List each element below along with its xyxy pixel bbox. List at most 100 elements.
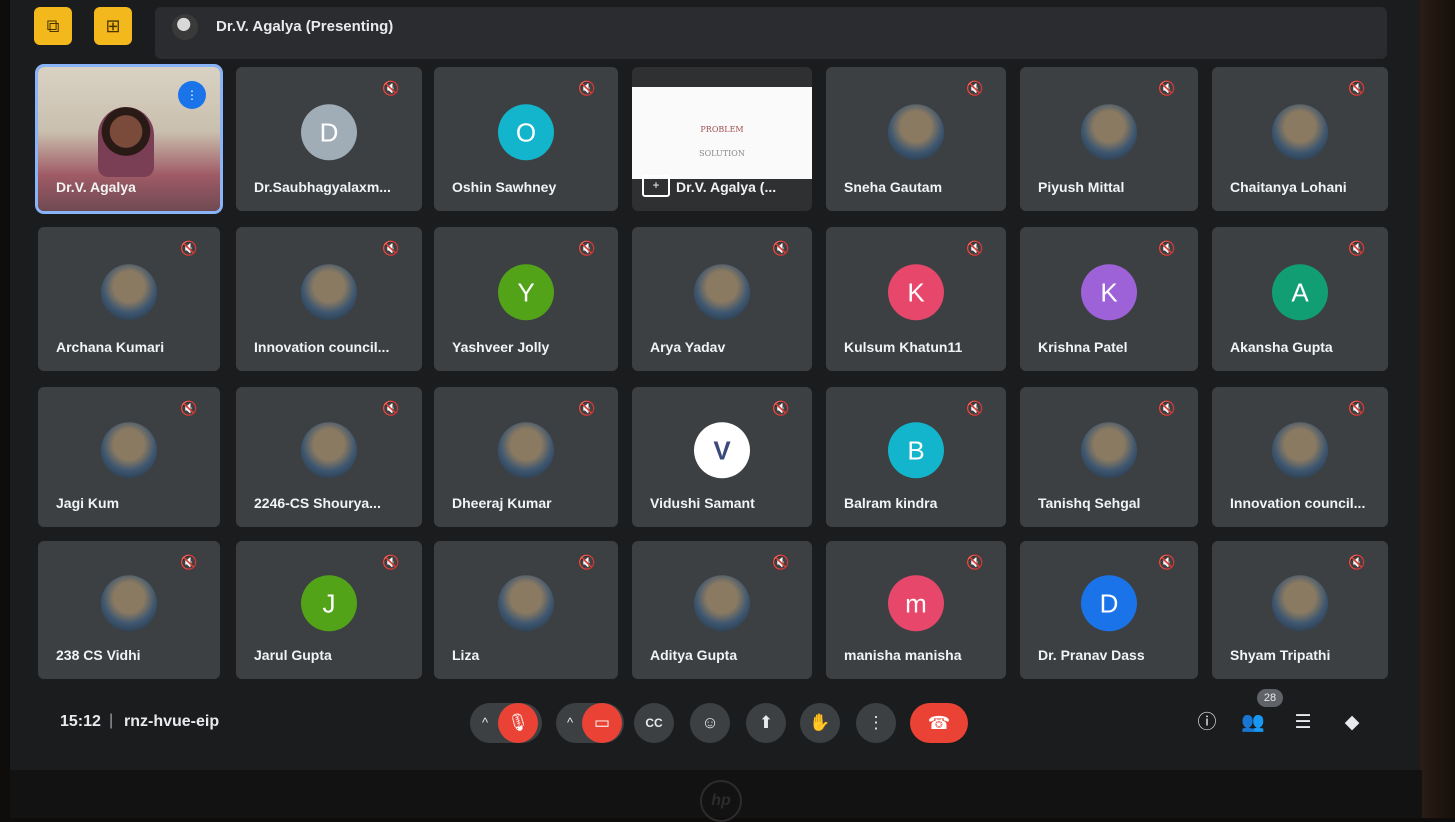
mic-off-icon: 🔇 bbox=[382, 400, 400, 416]
avatar: V bbox=[694, 422, 750, 479]
desk-background bbox=[1420, 0, 1455, 818]
participant-tile[interactable]: 🔇 Tanishq Sehgal bbox=[1020, 387, 1198, 527]
participant-tile[interactable]: Y 🔇 Yashveer Jolly bbox=[434, 227, 618, 371]
participant-tile[interactable]: 🔇 Aditya Gupta bbox=[632, 541, 812, 679]
participant-tile[interactable]: 🔇 Innovation council... bbox=[1212, 387, 1388, 527]
participant-tile[interactable]: 🔇 Dheeraj Kumar bbox=[434, 387, 618, 527]
participant-tile[interactable]: K 🔇 Kulsum Khatun11 bbox=[826, 227, 1006, 371]
hp-logo: hp bbox=[700, 780, 742, 822]
avatar bbox=[1081, 422, 1137, 479]
reactions-button[interactable]: ☺ bbox=[690, 703, 730, 743]
participant-tile[interactable]: D 🔇 Dr.Saubhagyalaxm... bbox=[236, 67, 422, 211]
participant-name: Dr.Saubhagyalaxm... bbox=[254, 179, 391, 195]
participant-tile[interactable]: 🔇 Innovation council... bbox=[236, 227, 422, 371]
mic-toggle[interactable]: 🎙 bbox=[498, 703, 538, 743]
participant-tile[interactable]: 🔇 Chaitanya Lohani bbox=[1212, 67, 1388, 211]
participant-name: Kulsum Khatun11 bbox=[844, 339, 963, 355]
pip-icon[interactable]: ⊞ bbox=[94, 7, 132, 45]
participant-tile[interactable]: 🔇 Jagi Kum bbox=[38, 387, 220, 527]
participant-tile[interactable]: 🔇 Archana Kumari bbox=[38, 227, 220, 371]
camera-options-chevron[interactable]: ^ bbox=[557, 703, 583, 743]
present-icon: ⬆ bbox=[758, 713, 774, 732]
avatar bbox=[694, 575, 750, 632]
participant-name: Innovation council... bbox=[1230, 495, 1366, 511]
captions-button[interactable]: CC bbox=[634, 703, 674, 743]
participant-name: Akansha Gupta bbox=[1230, 339, 1333, 355]
participant-name: Chaitanya Lohani bbox=[1230, 179, 1347, 195]
emoji-icon: ☺ bbox=[701, 713, 719, 732]
participant-tile[interactable]: J 🔇 Jarul Gupta bbox=[236, 541, 422, 679]
mic-options-chevron[interactable]: ^ bbox=[472, 703, 498, 743]
participant-name: 238 CS Vidhi bbox=[56, 647, 141, 663]
meeting-time: 15:12 bbox=[60, 713, 101, 730]
participant-tile[interactable]: A 🔇 Akansha Gupta bbox=[1212, 227, 1388, 371]
participant-name: Krishna Patel bbox=[1038, 339, 1128, 355]
activities-icon: ◆ bbox=[1344, 712, 1360, 733]
participant-name: Dr.V. Agalya bbox=[56, 179, 136, 195]
avatar bbox=[101, 575, 157, 632]
avatar bbox=[301, 422, 357, 479]
participant-tile[interactable]: 🔇 2246-CS Shourya... bbox=[236, 387, 422, 527]
avatar bbox=[498, 575, 554, 632]
participant-tile[interactable]: K 🔇 Krishna Patel bbox=[1020, 227, 1198, 371]
participant-tile[interactable]: O 🔇 Oshin Sawhney bbox=[434, 67, 618, 211]
avatar bbox=[1272, 422, 1328, 479]
participant-tile[interactable]: 🔇 Piyush Mittal bbox=[1020, 67, 1198, 211]
avatar: K bbox=[1081, 264, 1137, 321]
mic-off-icon: 🔇 bbox=[1348, 554, 1366, 570]
avatar bbox=[101, 264, 157, 321]
avatar bbox=[101, 422, 157, 479]
presentation-icon: + bbox=[642, 175, 670, 197]
participant-name: Oshin Sawhney bbox=[452, 179, 557, 195]
participant-tile[interactable]: 🔇 Liza bbox=[434, 541, 618, 679]
avatar: O bbox=[498, 104, 554, 161]
participant-tile[interactable]: m 🔇 manisha manisha bbox=[826, 541, 1006, 679]
mic-off-icon: 🔇 bbox=[772, 554, 790, 570]
raise-hand-button[interactable]: ✋ bbox=[800, 703, 840, 743]
more-vert-icon: ⋮ bbox=[867, 713, 885, 732]
participant-tile[interactable]: PROBLEM SOLUTION + Dr.V. Agalya (... bbox=[632, 67, 812, 211]
more-options-button[interactable]: ⋮ bbox=[856, 703, 896, 743]
hand-icon: ✋ bbox=[809, 713, 831, 732]
mic-off-icon: 🎙 bbox=[507, 713, 529, 732]
participant-tile[interactable]: V 🔇 Vidushi Samant bbox=[632, 387, 812, 527]
participant-tile[interactable]: 🔇 Arya Yadav bbox=[632, 227, 812, 371]
layout-icon[interactable]: ⧉ bbox=[34, 7, 72, 45]
participant-name: Innovation council... bbox=[254, 339, 390, 355]
meeting-code: rnz-hvue-eip bbox=[124, 713, 220, 730]
avatar bbox=[498, 422, 554, 479]
participant-tile[interactable]: B 🔇 Balram kindra bbox=[826, 387, 1006, 527]
presentation-slide: PROBLEM SOLUTION bbox=[632, 87, 812, 179]
avatar bbox=[888, 104, 944, 161]
presenting-label: Dr.V. Agalya (Presenting) bbox=[216, 18, 394, 35]
avatar bbox=[694, 264, 750, 321]
camera-toggle[interactable]: ▭ bbox=[582, 703, 622, 743]
mic-off-icon: 🔇 bbox=[966, 400, 984, 416]
mic-off-icon: 🔇 bbox=[772, 400, 790, 416]
mic-off-icon: 🔇 bbox=[966, 240, 984, 256]
participant-name: Tanishq Sehgal bbox=[1038, 495, 1141, 511]
people-button[interactable]: 👥 bbox=[1238, 708, 1268, 738]
present-button[interactable]: ⬆ bbox=[746, 703, 786, 743]
mic-off-icon: 🔇 bbox=[1348, 80, 1366, 96]
mic-off-icon: 🔇 bbox=[1158, 554, 1176, 570]
info-button[interactable]: ⓘ bbox=[1192, 708, 1222, 738]
participant-name: Jagi Kum bbox=[56, 495, 120, 511]
participant-tile[interactable]: ⋮ Dr.V. Agalya bbox=[35, 64, 223, 214]
mic-off-icon: 🔇 bbox=[180, 400, 198, 416]
avatar bbox=[1272, 104, 1328, 161]
participant-tile[interactable]: 🔇 238 CS Vidhi bbox=[38, 541, 220, 679]
participant-name: Archana Kumari bbox=[56, 339, 165, 355]
participant-tile[interactable]: 🔇 Shyam Tripathi bbox=[1212, 541, 1388, 679]
avatar bbox=[1081, 104, 1137, 161]
activities-button[interactable]: ◆ bbox=[1337, 708, 1367, 738]
chat-icon: ☰ bbox=[1294, 712, 1312, 733]
participant-tile[interactable]: D 🔇 Dr. Pranav Dass bbox=[1020, 541, 1198, 679]
camera-off-icon: ▭ bbox=[593, 713, 611, 732]
participant-name: Arya Yadav bbox=[650, 339, 726, 355]
leave-call-button[interactable]: ☎ bbox=[910, 703, 968, 743]
mic-off-icon: 🔇 bbox=[1158, 400, 1176, 416]
participant-tile[interactable]: 🔇 Sneha Gautam bbox=[826, 67, 1006, 211]
chat-button[interactable]: ☰ bbox=[1288, 708, 1318, 738]
hangup-icon: ☎ bbox=[927, 713, 951, 733]
